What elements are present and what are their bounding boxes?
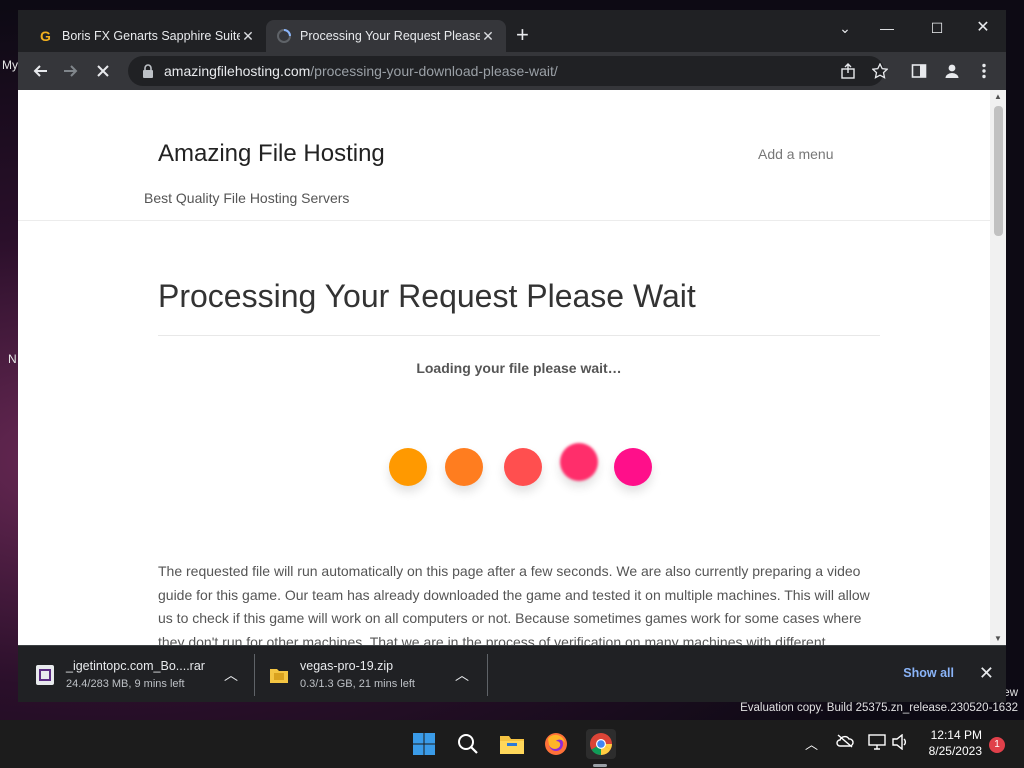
scroll-down-icon[interactable]: ▼	[994, 634, 1002, 643]
address-bar[interactable]: amazingfilehosting.com/processing-your-d…	[128, 56, 884, 86]
lock-icon[interactable]	[142, 64, 154, 78]
forward-icon[interactable]	[58, 58, 84, 84]
page-title: Processing Your Request Please Wait	[158, 278, 696, 314]
tab-boris-fx[interactable]: G Boris FX Genarts Sapphire Suite 2 ✕	[28, 20, 266, 52]
page-scrollbar[interactable]: ▲ ▼	[990, 90, 1006, 645]
maximize-icon[interactable]: ☐	[914, 14, 960, 42]
loading-dot	[614, 448, 652, 486]
download-progress: 24.4/283 MB, 9 mins left	[66, 678, 185, 690]
site-title[interactable]: Amazing File Hosting	[158, 140, 385, 168]
download-filename: _igetintopc.com_Bo....rar	[66, 659, 205, 673]
download-separator	[487, 654, 488, 696]
download-item[interactable]: _igetintopc.com_Bo....rar 24.4/283 MB, 9…	[34, 646, 254, 702]
close-shelf-icon[interactable]: ✕	[979, 663, 994, 684]
stop-loading-icon[interactable]	[90, 58, 116, 84]
chevron-up-icon[interactable]: ︿	[455, 665, 469, 685]
bookmark-star-icon[interactable]	[869, 60, 891, 82]
loading-dot	[504, 448, 542, 486]
close-tab-icon[interactable]: ✕	[240, 28, 256, 45]
side-panel-icon[interactable]	[908, 60, 930, 82]
download-progress: 0.3/1.3 GB, 21 mins left	[300, 678, 415, 690]
onedrive-icon[interactable]	[836, 734, 854, 751]
site-tagline: Best Quality File Hosting Servers	[144, 190, 350, 206]
download-shelf: _igetintopc.com_Bo....rar 24.4/283 MB, 9…	[18, 645, 1006, 702]
tab-strip: G Boris FX Genarts Sapphire Suite 2 ✕ Pr…	[18, 10, 1006, 52]
desktop-icon-label: N	[8, 352, 17, 366]
page-viewport: Amazing File Hosting Add a menu Best Qua…	[18, 90, 1006, 645]
clock-time: 12:14 PM	[930, 728, 982, 742]
windows-start-icon[interactable]	[410, 730, 438, 758]
active-app-indicator	[593, 764, 607, 767]
system-clock[interactable]: 12:14 PM 8/25/2023	[929, 727, 982, 759]
body-paragraph: The requested file will run automaticall…	[158, 563, 870, 645]
browser-toolbar: amazingfilehosting.com/processing-your-d…	[18, 52, 1006, 90]
search-icon[interactable]	[454, 730, 482, 758]
tab-title: Boris FX Genarts Sapphire Suite 2	[62, 29, 240, 43]
browser-window: G Boris FX Genarts Sapphire Suite 2 ✕ Pr…	[18, 10, 1006, 702]
url-host: amazingfilehosting.com	[164, 63, 311, 79]
back-icon[interactable]	[27, 58, 53, 84]
download-separator	[254, 654, 255, 696]
chrome-icon[interactable]	[586, 729, 616, 759]
tab-title: Processing Your Request Please W	[300, 29, 480, 43]
download-filename: vegas-pro-19.zip	[300, 659, 394, 673]
clock-date: 8/25/2023	[928, 744, 982, 758]
volume-icon[interactable]	[892, 733, 910, 753]
close-window-icon[interactable]: ✕	[960, 14, 1006, 42]
add-menu-link[interactable]: Add a menu	[758, 146, 834, 162]
evaluation-watermark: Evaluation copy. Build 25375.zn_release.…	[740, 702, 1018, 714]
download-item[interactable]: vegas-pro-19.zip 0.3/1.3 GB, 21 mins lef…	[268, 646, 488, 702]
scrollbar-thumb[interactable]	[994, 106, 1003, 236]
loading-message: Loading your file please wait…	[416, 360, 622, 376]
loading-dot	[389, 448, 427, 486]
chevron-up-icon[interactable]: ︿	[224, 665, 238, 685]
close-tab-icon[interactable]: ✕	[480, 28, 496, 45]
profile-icon[interactable]	[941, 60, 963, 82]
notification-badge[interactable]: 1	[989, 737, 1005, 753]
tab-processing[interactable]: Processing Your Request Please W ✕	[266, 20, 506, 52]
loading-dot	[445, 448, 483, 486]
scroll-up-icon[interactable]: ▲	[994, 92, 1002, 101]
share-icon[interactable]	[837, 60, 859, 82]
show-all-downloads-button[interactable]: Show all	[903, 666, 954, 680]
g-icon: G	[38, 28, 54, 44]
url-path: /processing-your-download-please-wait/	[310, 63, 558, 79]
desktop-icon-label: My	[2, 58, 18, 72]
new-tab-icon[interactable]: +	[516, 24, 529, 46]
rar-archive-icon	[34, 664, 56, 686]
loading-dot	[560, 443, 598, 481]
title-divider	[158, 335, 880, 336]
minimize-icon[interactable]: —	[864, 14, 910, 42]
network-icon[interactable]	[868, 734, 886, 753]
taskbar: ︿ 12:14 PM 8/25/2023 1	[0, 720, 1024, 768]
file-explorer-icon[interactable]	[498, 730, 526, 758]
tab-search-chevron-icon[interactable]: ⌄	[822, 14, 868, 42]
firefox-icon[interactable]	[542, 730, 570, 758]
svg-text:G: G	[40, 28, 51, 44]
loading-spinner-icon	[276, 28, 292, 44]
header-divider	[18, 220, 990, 221]
menu-kebab-icon[interactable]	[973, 60, 995, 82]
show-hidden-icons-chevron-icon[interactable]: ︿	[805, 734, 818, 753]
zip-archive-icon	[268, 664, 290, 686]
